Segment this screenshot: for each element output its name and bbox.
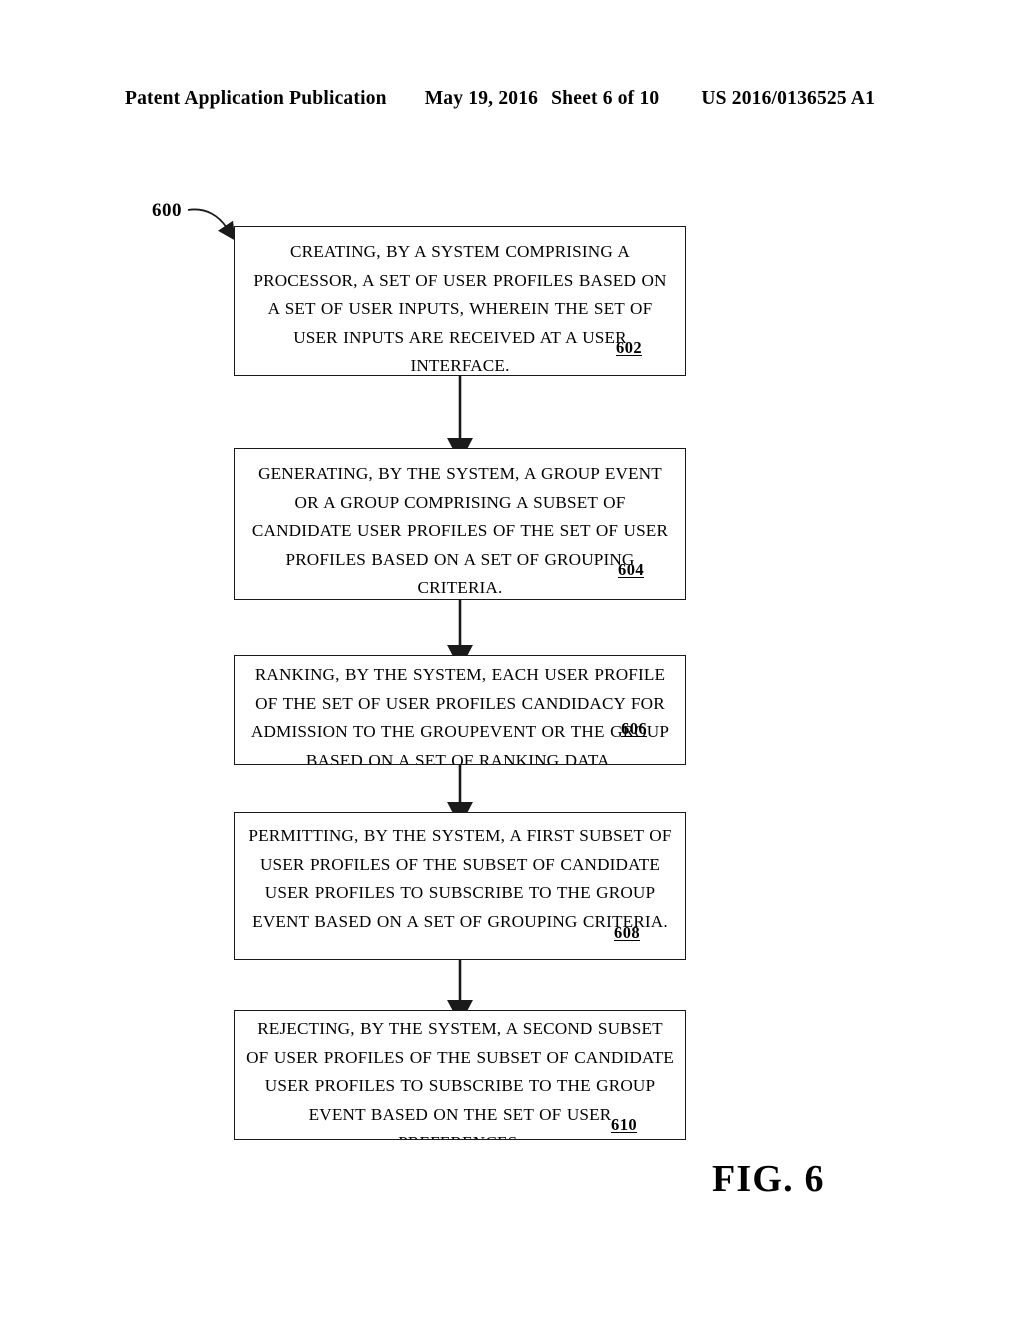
diagram-reference-600: 600 [152, 200, 182, 221]
flowchart-step-608-ref: 608 [614, 923, 640, 942]
flowchart-step-610-ref: 610 [611, 1115, 637, 1134]
flowchart-step-602-ref: 602 [616, 338, 642, 357]
flowchart-step-610: REJECTING, BY THE SYSTEM, A SECOND SUBSE… [234, 1010, 686, 1140]
flowchart-step-608-text: PERMITTING, BY THE SYSTEM, A FIRST SUBSE… [248, 826, 672, 931]
flowchart-step-606-ref: 606 [621, 719, 647, 738]
flowchart-step-606: RANKING, BY THE SYSTEM, EACH USER PROFIL… [234, 655, 686, 765]
figure-caption: FIG. 6 [712, 1158, 825, 1200]
flowchart-step-604-ref: 604 [618, 560, 644, 579]
flowchart-step-608: PERMITTING, BY THE SYSTEM, A FIRST SUBSE… [234, 812, 686, 960]
flowchart-step-604: GENERATING, BY THE SYSTEM, A GROUP EVENT… [234, 448, 686, 600]
flowchart-step-606-text: RANKING, BY THE SYSTEM, EACH USER PROFIL… [250, 665, 670, 765]
flowchart-600: 600 CREATING, BY A SYSTEM COMPRISING A P… [0, 0, 1024, 1320]
flowchart-step-602: CREATING, BY A SYSTEM COMPRISING A PROCE… [234, 226, 686, 376]
